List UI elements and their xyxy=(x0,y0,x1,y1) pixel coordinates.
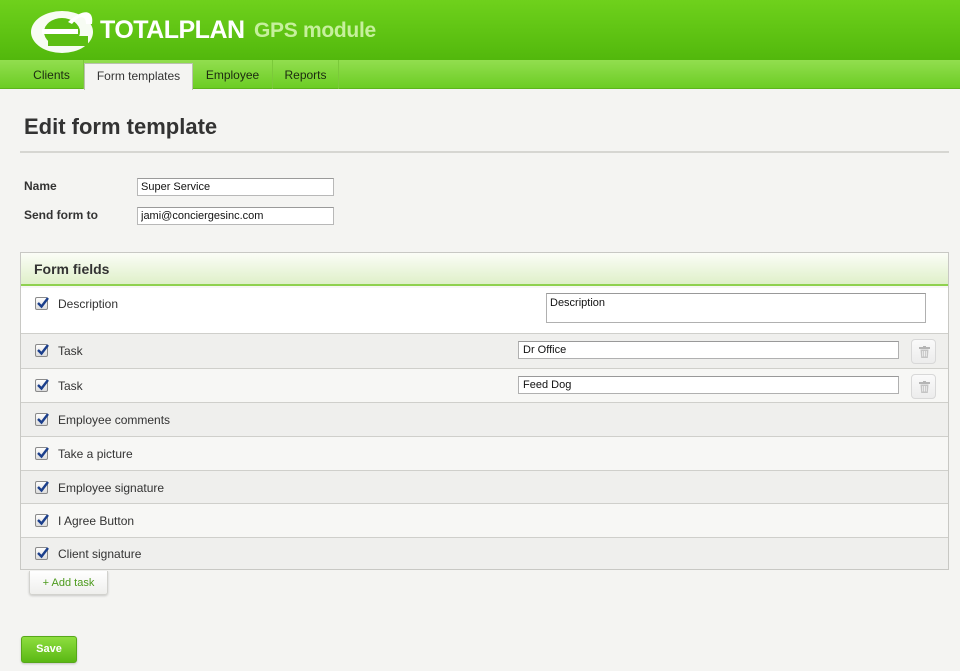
page-title: Edit form template xyxy=(24,114,218,139)
field-label: Task xyxy=(58,344,83,358)
main-nav: Clients Form templates Employee Reports xyxy=(0,60,960,90)
field-label: Take a picture xyxy=(58,447,133,461)
field-row-employee-comments: Employee comments xyxy=(21,402,948,436)
field-row-task: Task xyxy=(21,368,948,402)
panel-title: Form fields xyxy=(34,261,110,277)
checkmark-icon xyxy=(37,379,49,391)
trash-icon xyxy=(919,381,930,393)
field-label: Employee comments xyxy=(58,413,171,427)
description-textarea[interactable]: Description xyxy=(546,293,926,323)
form-fields-panel: Form fields Description Description Task xyxy=(20,252,949,570)
field-checkbox[interactable] xyxy=(35,379,49,392)
field-label: Task xyxy=(58,379,83,393)
field-row-employee-signature: Employee signature xyxy=(21,470,948,503)
checkmark-icon xyxy=(37,481,49,493)
field-label: Employee signature xyxy=(58,481,165,495)
task-input[interactable] xyxy=(518,341,899,359)
app-header: TOTALPLAN GPS module xyxy=(0,0,960,60)
field-checkbox[interactable] xyxy=(35,297,49,310)
field-checkbox[interactable] xyxy=(35,413,49,426)
checkmark-icon xyxy=(37,344,49,356)
field-row-take-picture: Take a picture xyxy=(21,436,948,470)
field-row-task: Task xyxy=(21,333,948,368)
checkmark-icon xyxy=(37,413,49,425)
send-to-label: Send form to xyxy=(24,208,98,222)
panel-header: Form fields xyxy=(21,253,948,286)
checkmark-icon xyxy=(37,447,49,459)
checkmark-icon xyxy=(37,297,49,309)
checkmark-icon xyxy=(37,547,49,559)
field-label: Client signature xyxy=(58,547,142,561)
field-row-client-signature: Client signature xyxy=(21,537,948,569)
brand-name: TOTALPLAN xyxy=(100,16,245,44)
tab-employee[interactable]: Employee xyxy=(193,60,273,89)
field-row-description: Description Description xyxy=(21,288,948,333)
tab-reports[interactable]: Reports xyxy=(273,60,339,89)
save-button[interactable]: Save xyxy=(21,636,77,663)
tab-clients[interactable]: Clients xyxy=(20,60,84,89)
module-name: GPS module xyxy=(254,19,376,42)
field-checkbox[interactable] xyxy=(35,547,49,560)
delete-task-button[interactable] xyxy=(911,339,936,364)
trash-icon xyxy=(919,346,930,358)
field-label: I Agree Button xyxy=(58,514,135,528)
field-checkbox[interactable] xyxy=(35,344,49,357)
add-task-button[interactable]: + Add task xyxy=(29,571,108,595)
field-checkbox[interactable] xyxy=(35,447,49,460)
checkmark-icon xyxy=(37,514,49,526)
tab-form-templates[interactable]: Form templates xyxy=(84,63,193,90)
field-label: Description xyxy=(58,297,119,311)
title-divider xyxy=(20,151,949,153)
name-field[interactable] xyxy=(137,178,334,196)
delete-task-button[interactable] xyxy=(911,374,936,399)
field-checkbox[interactable] xyxy=(35,481,49,494)
field-checkbox[interactable] xyxy=(35,514,49,527)
name-label: Name xyxy=(24,179,57,193)
task-input[interactable] xyxy=(518,376,899,394)
send-to-field[interactable] xyxy=(137,207,334,225)
field-row-i-agree: I Agree Button xyxy=(21,503,948,537)
e-logo-icon xyxy=(31,11,93,53)
